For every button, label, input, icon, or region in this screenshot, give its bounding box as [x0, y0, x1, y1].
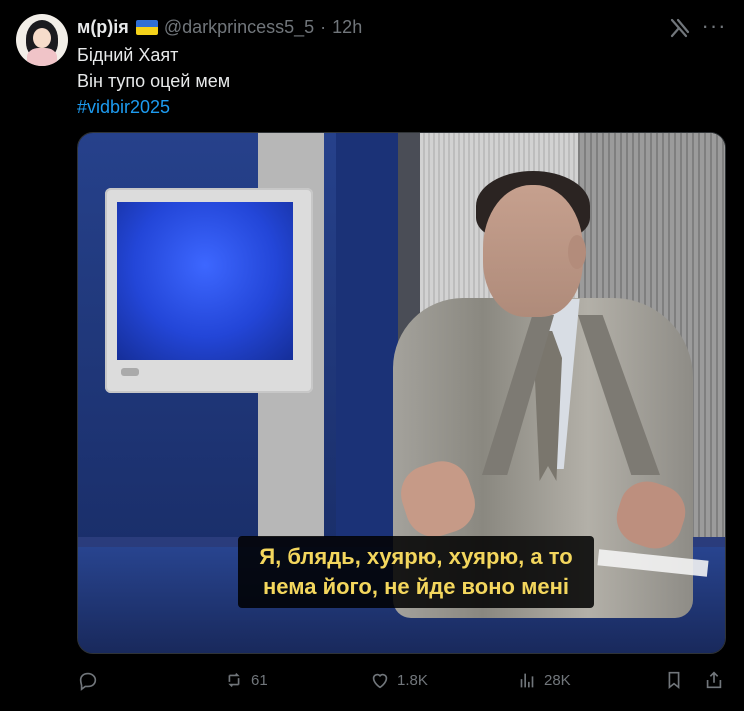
heart-icon — [372, 673, 388, 689]
views-count: 28K — [544, 671, 571, 689]
tweet-line-2: Він тупо оцей мем — [77, 71, 231, 91]
ukraine-flag-icon — [135, 19, 158, 35]
retweet-count: 61 — [251, 671, 268, 689]
grok-icon[interactable] — [668, 16, 692, 40]
tweet-text: Бідний Хаят Він тупо оцей мем #vidbir202… — [77, 42, 230, 120]
display-name[interactable]: м(р)ія — [77, 17, 129, 38]
views-icon — [520, 673, 534, 688]
avatar-face — [33, 28, 51, 48]
tweet-line-1: Бідний Хаят — [77, 45, 179, 65]
tweet-actions: 61 1.8K 28K — [77, 666, 724, 694]
avatar[interactable] — [16, 14, 68, 66]
like-button[interactable]: 1.8K — [369, 666, 428, 694]
tweet-card[interactable]: м(р)ія @darkprincess5_5 · 12h ··· Бідний… — [0, 0, 744, 711]
reply-icon — [79, 672, 97, 691]
retweet-icon — [228, 672, 240, 688]
reply-button[interactable] — [77, 666, 105, 694]
tweet-header: м(р)ія @darkprincess5_5 · 12h — [77, 15, 362, 39]
subtitle-line-2: нема його, не йде воно мені — [263, 574, 569, 599]
views-button[interactable]: 28K — [516, 666, 571, 694]
user-handle[interactable]: @darkprincess5_5 — [164, 17, 314, 38]
share-button[interactable] — [703, 666, 725, 694]
video-subtitle: Я, блядь, хуярю, хуярю, а то нема його, … — [238, 536, 594, 608]
bookmark-icon — [668, 671, 680, 690]
hashtag-link[interactable]: #vidbir2025 — [77, 94, 230, 120]
bookmark-button[interactable] — [663, 666, 685, 694]
like-count: 1.8K — [397, 671, 428, 689]
retweet-button[interactable]: 61 — [223, 666, 268, 694]
media-image[interactable]: Я, блядь, хуярю, хуярю, а то нема його, … — [77, 132, 726, 654]
monitor-screen — [117, 202, 293, 360]
separator-dot: · — [320, 16, 327, 37]
monitor — [105, 188, 313, 393]
subtitle-line-1: Я, блядь, хуярю, хуярю, а то — [259, 544, 573, 569]
share-icon — [706, 671, 722, 689]
avatar-dress — [27, 48, 57, 66]
more-icon[interactable]: ··· — [700, 12, 728, 40]
presenter-ear — [568, 235, 586, 269]
tv-studio-scene: Я, блядь, хуярю, хуярю, а то нема його, … — [78, 133, 725, 653]
monitor-logo — [121, 368, 139, 376]
timestamp[interactable]: 12h — [332, 17, 362, 38]
